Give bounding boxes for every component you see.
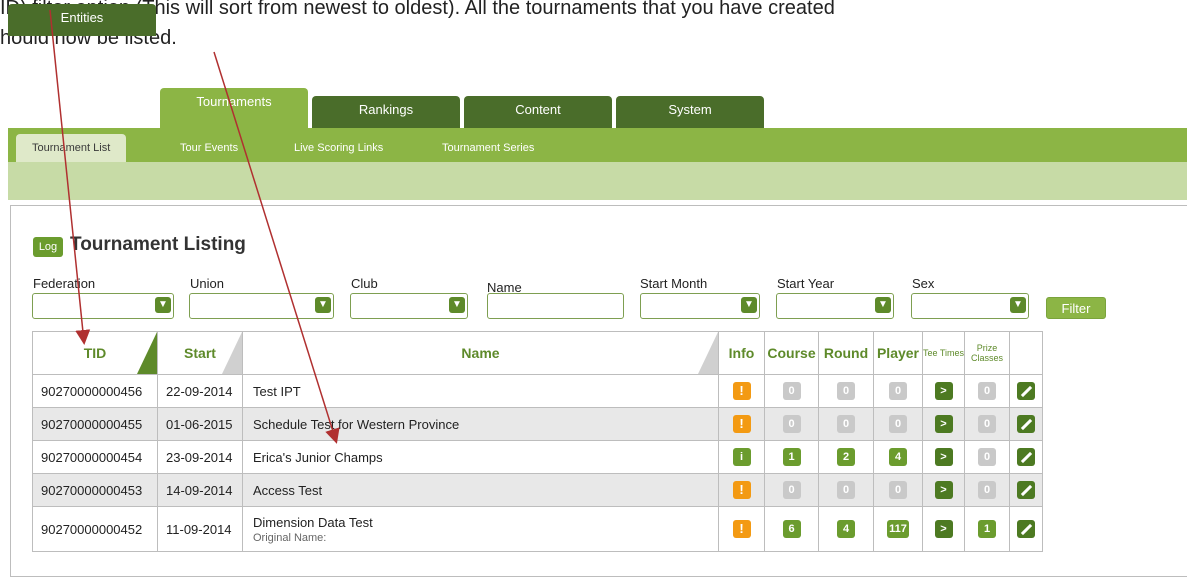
arrow-to-listing xyxy=(213,51,340,444)
annotation-arrows xyxy=(49,9,340,444)
arrow-to-tid xyxy=(49,9,91,345)
